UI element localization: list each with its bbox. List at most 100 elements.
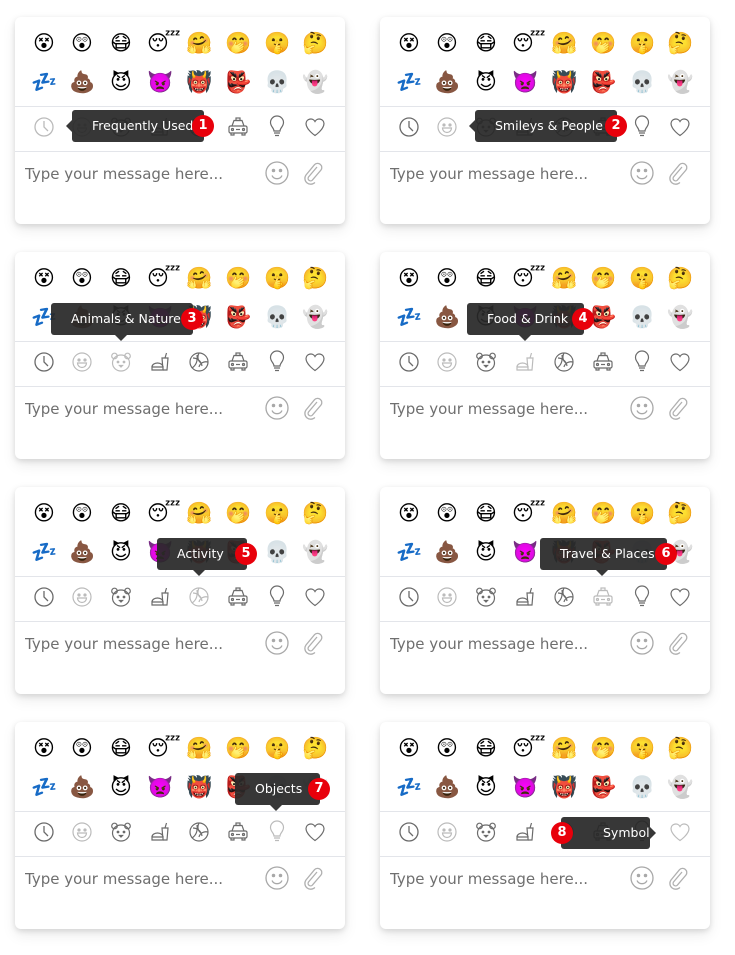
emoji-skull[interactable]: 💀: [264, 69, 290, 95]
emoji-ogre[interactable]: 👹: [186, 774, 212, 800]
emoji-button[interactable]: [629, 865, 655, 891]
emoji-smiling-devil[interactable]: 😈: [108, 69, 134, 95]
emoji-smiling-devil[interactable]: 😈: [473, 539, 499, 565]
tab-bulb[interactable]: [265, 585, 289, 609]
attach-button[interactable]: [665, 160, 691, 186]
emoji-smiling-devil[interactable]: 😈: [473, 774, 499, 800]
tab-bulb[interactable]: [265, 115, 289, 139]
emoji-dizzy-face[interactable]: 😵: [31, 735, 57, 761]
tab-bear[interactable]: [109, 350, 133, 374]
tab-clock[interactable]: [32, 820, 56, 844]
tab-bulb[interactable]: [630, 115, 654, 139]
emoji-thinking-face[interactable]: 🤔: [302, 500, 328, 526]
tab-heart[interactable]: [668, 585, 692, 609]
tab-food[interactable]: [148, 820, 172, 844]
emoji-button[interactable]: [264, 395, 290, 421]
emoji-pile-of-poo[interactable]: 💩: [69, 69, 95, 95]
emoji-pile-of-poo[interactable]: 💩: [69, 774, 95, 800]
emoji-face-with-mask[interactable]: 😷: [108, 500, 134, 526]
emoji-zzz[interactable]: 💤: [396, 539, 422, 565]
emoji-hand-over-mouth-face[interactable]: 🤭: [225, 265, 251, 291]
emoji-goblin[interactable]: 👺: [225, 69, 251, 95]
emoji-zzz[interactable]: 💤: [31, 774, 57, 800]
emoji-hand-over-mouth-face[interactable]: 🤭: [225, 735, 251, 761]
emoji-shushing-face[interactable]: 🤫: [629, 30, 655, 56]
tab-smiley[interactable]: [70, 820, 94, 844]
emoji-thinking-face[interactable]: 🤔: [667, 30, 693, 56]
message-input[interactable]: [25, 394, 260, 424]
emoji-shushing-face[interactable]: 🤫: [629, 500, 655, 526]
tab-clock[interactable]: [397, 585, 421, 609]
emoji-thinking-face[interactable]: 🤔: [302, 735, 328, 761]
emoji-hugging-face[interactable]: 🤗: [551, 500, 577, 526]
tab-heart[interactable]: [668, 820, 692, 844]
emoji-ogre[interactable]: 👹: [551, 774, 577, 800]
emoji-dizzy-face[interactable]: 😵: [396, 265, 422, 291]
emoji-angry-devil[interactable]: 👿: [512, 774, 538, 800]
tab-taxi[interactable]: [591, 585, 615, 609]
tab-smiley[interactable]: [435, 350, 459, 374]
emoji-skull[interactable]: 💀: [629, 774, 655, 800]
emoji-astonished-face[interactable]: 😲: [434, 265, 460, 291]
attach-button[interactable]: [665, 865, 691, 891]
emoji-shushing-face[interactable]: 🤫: [629, 735, 655, 761]
emoji-hand-over-mouth-face[interactable]: 🤭: [590, 735, 616, 761]
emoji-thinking-face[interactable]: 🤔: [667, 735, 693, 761]
attach-button[interactable]: [300, 865, 326, 891]
tab-ball[interactable]: [187, 350, 211, 374]
emoji-angry-devil[interactable]: 👿: [512, 539, 538, 565]
emoji-face-with-mask[interactable]: 😷: [108, 30, 134, 56]
tab-smiley[interactable]: [70, 350, 94, 374]
emoji-shushing-face[interactable]: 🤫: [264, 735, 290, 761]
emoji-face-with-mask[interactable]: 😷: [473, 500, 499, 526]
emoji-hugging-face[interactable]: 🤗: [186, 265, 212, 291]
tab-taxi[interactable]: [591, 350, 615, 374]
emoji-thinking-face[interactable]: 🤔: [302, 30, 328, 56]
emoji-pile-of-poo[interactable]: 💩: [69, 539, 95, 565]
emoji-ghost[interactable]: 👻: [302, 69, 328, 95]
emoji-skull[interactable]: 💀: [264, 539, 290, 565]
emoji-pile-of-poo[interactable]: 💩: [434, 774, 460, 800]
emoji-pile-of-poo[interactable]: 💩: [434, 304, 460, 330]
emoji-hand-over-mouth-face[interactable]: 🤭: [590, 265, 616, 291]
tab-clock[interactable]: [397, 350, 421, 374]
emoji-pile-of-poo[interactable]: 💩: [434, 69, 460, 95]
emoji-smiling-devil[interactable]: 😈: [108, 774, 134, 800]
emoji-button[interactable]: [629, 395, 655, 421]
emoji-hugging-face[interactable]: 🤗: [186, 30, 212, 56]
emoji-hugging-face[interactable]: 🤗: [551, 30, 577, 56]
emoji-ogre[interactable]: 👹: [551, 69, 577, 95]
tab-taxi[interactable]: [226, 115, 250, 139]
emoji-sleeping-face[interactable]: 😴: [512, 500, 546, 526]
emoji-smiling-devil[interactable]: 😈: [108, 539, 134, 565]
emoji-dizzy-face[interactable]: 😵: [31, 500, 57, 526]
emoji-hugging-face[interactable]: 🤗: [551, 735, 577, 761]
emoji-shushing-face[interactable]: 🤫: [264, 30, 290, 56]
emoji-sleeping-face[interactable]: 😴: [512, 30, 546, 56]
emoji-face-with-mask[interactable]: 😷: [473, 265, 499, 291]
emoji-hugging-face[interactable]: 🤗: [186, 735, 212, 761]
message-input[interactable]: [390, 159, 625, 189]
tab-bear[interactable]: [474, 350, 498, 374]
emoji-thinking-face[interactable]: 🤔: [667, 500, 693, 526]
emoji-ogre[interactable]: 👹: [186, 69, 212, 95]
tab-bear[interactable]: [109, 585, 133, 609]
emoji-angry-devil[interactable]: 👿: [512, 69, 538, 95]
message-input[interactable]: [390, 864, 625, 894]
emoji-angry-devil[interactable]: 👿: [147, 69, 173, 95]
tab-food[interactable]: [513, 585, 537, 609]
emoji-ghost[interactable]: 👻: [302, 539, 328, 565]
emoji-shushing-face[interactable]: 🤫: [629, 265, 655, 291]
attach-button[interactable]: [665, 395, 691, 421]
emoji-goblin[interactable]: 👺: [225, 304, 251, 330]
emoji-hand-over-mouth-face[interactable]: 🤭: [225, 500, 251, 526]
emoji-button[interactable]: [264, 160, 290, 186]
tab-bear[interactable]: [474, 585, 498, 609]
tab-smiley[interactable]: [435, 820, 459, 844]
emoji-astonished-face[interactable]: 😲: [69, 30, 95, 56]
emoji-ghost[interactable]: 👻: [302, 304, 328, 330]
emoji-ghost[interactable]: 👻: [667, 304, 693, 330]
tab-heart[interactable]: [668, 350, 692, 374]
tab-bear[interactable]: [109, 820, 133, 844]
tab-clock[interactable]: [32, 350, 56, 374]
